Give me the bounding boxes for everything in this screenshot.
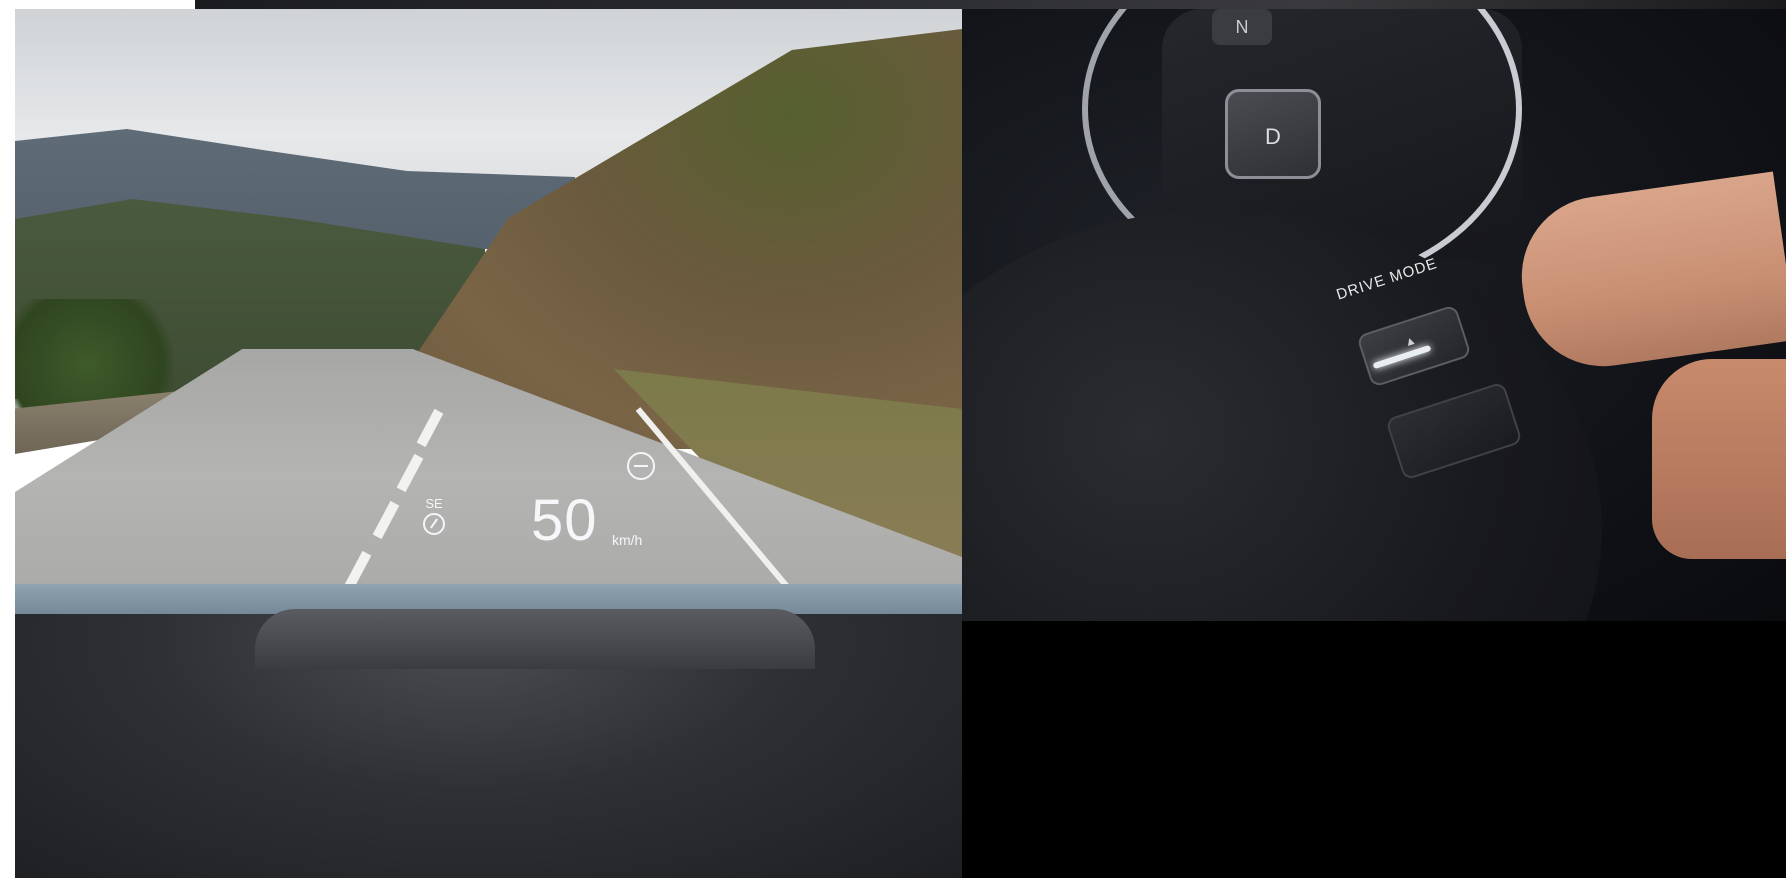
speed-unit: km/h: [612, 532, 643, 548]
speed-readout: 50: [531, 488, 598, 553]
gear-d-button: D: [1225, 89, 1321, 179]
head-up-display: SE 50 km/h: [15, 9, 962, 609]
drive-mode-photo: N D DRIVE MODE: [962, 9, 1786, 621]
hud-road-photo: SE 50 km/h: [15, 9, 962, 878]
instrument-hood: [255, 609, 815, 669]
pointing-finger: [1511, 171, 1786, 377]
empty-black-area: [962, 621, 1786, 878]
compass-icon: [423, 513, 445, 535]
distance-assist-icon: [627, 452, 655, 480]
compass-indicator: SE: [421, 497, 447, 535]
top-image-strip: [195, 0, 1786, 9]
gear-n-button: N: [1212, 9, 1272, 45]
hand: [1652, 359, 1786, 559]
compass-direction: SE: [425, 496, 443, 511]
